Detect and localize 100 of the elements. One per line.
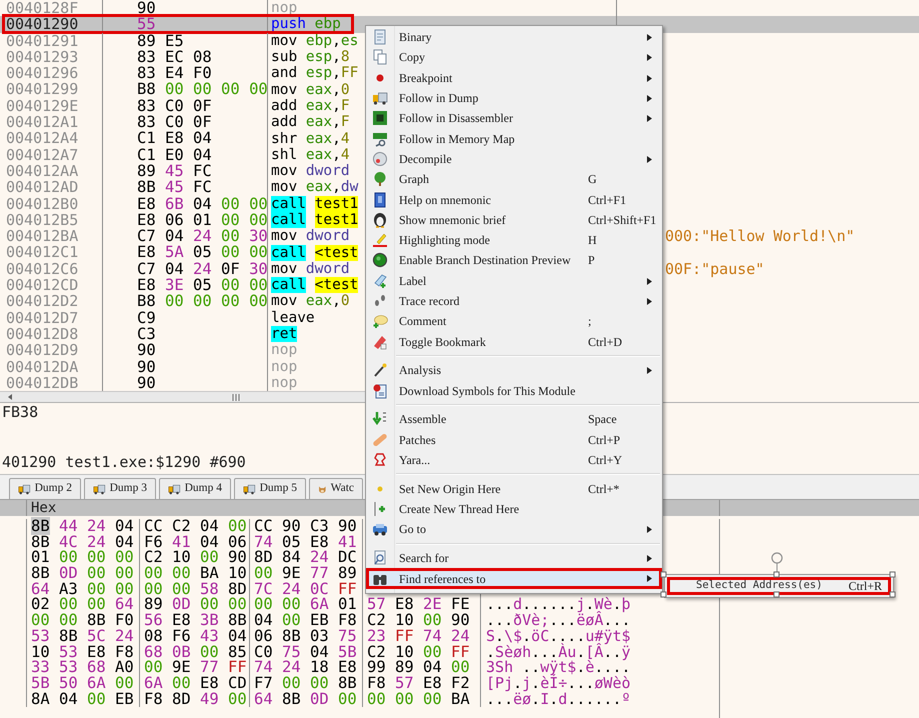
mnemonic-text: nop bbox=[271, 358, 298, 375]
instruction-bytes: C3 bbox=[137, 326, 156, 342]
mnemonic-text: mov bbox=[271, 163, 298, 180]
tag-icon bbox=[372, 272, 388, 289]
menu-item[interactable]: Help on mnemonic Ctrl+F1 bbox=[366, 189, 662, 210]
book-icon bbox=[372, 192, 388, 208]
hex-bytes: C2 10 00 FF bbox=[367, 642, 470, 660]
hex-bytes: 53 8B 5C 24 bbox=[31, 626, 134, 645]
menu-item[interactable]: Assemble Space bbox=[366, 409, 662, 430]
menu-item[interactable]: Show mnemonic brief Ctrl+Shift+F1 bbox=[366, 210, 662, 230]
speech-bubble-icon bbox=[372, 313, 388, 330]
hex-bytes: 00 00 00 BA bbox=[367, 690, 470, 708]
menu-item[interactable]: Selected Address(es) Ctrl+R bbox=[667, 577, 891, 595]
mnemonic-text: add bbox=[271, 114, 298, 130]
outline-shape-icon bbox=[372, 452, 388, 468]
mnemonic-text: shl bbox=[271, 146, 298, 163]
mnemonic-text: mov bbox=[271, 32, 298, 49]
hex-bytes: 89 0D 00 00 bbox=[144, 595, 247, 614]
mnemonic-text: mov bbox=[271, 82, 298, 98]
menu-item[interactable]: Analysis bbox=[366, 360, 662, 381]
hex-bytes: 08 F6 43 04 bbox=[144, 626, 247, 645]
search-icon bbox=[372, 550, 388, 566]
menu-item[interactable]: Decompile bbox=[366, 148, 662, 170]
operand-text: dword bbox=[306, 163, 350, 180]
menu-item[interactable]: Enable Branch Destination Preview P bbox=[366, 250, 662, 271]
menu-item[interactable]: Patches Ctrl+P bbox=[366, 430, 662, 450]
mnemonic-text: nop bbox=[271, 342, 298, 358]
menu-item[interactable]: Follow in Memory Map bbox=[366, 128, 662, 149]
address-text: 004012C6 bbox=[6, 260, 78, 278]
hex-bytes: 00 00 8B F0 bbox=[31, 611, 134, 630]
instruction-bytes: 90 bbox=[137, 342, 156, 359]
menu-item[interactable]: Highlighting mode H bbox=[366, 230, 662, 250]
instruction-bytes: B8 00 00 00 00 bbox=[137, 81, 267, 98]
menu-item[interactable]: Go to bbox=[366, 519, 662, 540]
car-icon bbox=[372, 521, 388, 538]
hex-bytes: 5B 50 6A 00 bbox=[31, 674, 134, 692]
hex-bytes: 74 24 18 E8 bbox=[254, 658, 357, 676]
dump-tab[interactable]: Dump 5 bbox=[234, 478, 306, 499]
dump-tab[interactable]: Dump 4 bbox=[159, 478, 231, 499]
instruction-bytes: 90 bbox=[137, 358, 156, 375]
hex-bytes: 00 00 58 8D bbox=[144, 580, 247, 598]
mnemonic-text: push bbox=[271, 16, 306, 32]
instruction-bytes: 83 C0 0F bbox=[137, 114, 212, 130]
operand-text: dword bbox=[306, 228, 350, 244]
menu-item[interactable]: Yara... Ctrl+Y bbox=[366, 450, 662, 470]
globe-icon bbox=[372, 252, 388, 268]
hex-bytes: 00 00 6A 01 bbox=[254, 595, 357, 614]
menu-item[interactable]: Trace record bbox=[366, 290, 662, 312]
hex-bytes: C2 10 00 90 bbox=[367, 611, 470, 630]
hex-bytes: 23 FF 74 24 bbox=[367, 626, 470, 645]
instruction-bytes: 8B 45 FC bbox=[137, 179, 212, 196]
mnemonic-text: call bbox=[271, 196, 306, 212]
document-icon bbox=[372, 29, 388, 46]
dump-tab[interactable]: Watc bbox=[309, 478, 363, 499]
hex-bytes: 8A 04 00 EB bbox=[31, 690, 134, 708]
hex-bytes: 6A 00 E8 CD bbox=[144, 674, 247, 692]
hex-bytes: 00 9E 77 89 bbox=[254, 564, 357, 582]
menu-item[interactable]: Find references to bbox=[366, 568, 662, 589]
hex-bytes: 04 00 EB F8 bbox=[254, 611, 357, 630]
menu-item[interactable]: Label bbox=[366, 270, 662, 291]
address-text: 004012A4 bbox=[6, 129, 78, 148]
address-text: 004012A7 bbox=[6, 146, 78, 164]
ball-icon bbox=[372, 150, 388, 167]
down-arrow-icon bbox=[372, 411, 388, 428]
hex-bytes: 68 0B 00 85 bbox=[144, 642, 247, 660]
menu-item[interactable]: Comment ; bbox=[366, 311, 662, 332]
horizontal-scrollbar[interactable] bbox=[0, 391, 365, 402]
hex-bytes: F7 00 00 8B bbox=[254, 674, 357, 692]
address-text: 004012B0 bbox=[6, 194, 78, 213]
footprints-icon bbox=[372, 293, 388, 309]
hex-bytes: 64 A3 00 00 bbox=[31, 580, 134, 598]
operand-text: ebp,es bbox=[306, 32, 358, 49]
mnemonic-text: nop bbox=[271, 0, 298, 16]
address-text: 004012BA bbox=[6, 227, 78, 246]
instruction-bytes: 83 C0 0F bbox=[137, 98, 212, 114]
menu-item[interactable]: Breakpoint bbox=[366, 68, 662, 88]
menu-item[interactable]: Set New Origin Here Ctrl+* bbox=[366, 478, 662, 500]
menu-item[interactable]: Copy bbox=[366, 47, 662, 68]
instruction-bytes: 83 E4 F0 bbox=[137, 65, 212, 82]
menu-item[interactable]: Graph G bbox=[366, 169, 662, 190]
dump-tab[interactable]: Dump 3 bbox=[84, 478, 156, 499]
hex-bytes: CC C2 04 00 bbox=[144, 517, 247, 535]
instruction-bytes: 90 bbox=[137, 0, 156, 16]
address-text: 004012D7 bbox=[6, 308, 78, 327]
menu-item[interactable]: Follow in Disassembler bbox=[366, 108, 662, 128]
menu-item[interactable]: Search for bbox=[366, 548, 662, 568]
instruction-bytes: 90 bbox=[137, 374, 156, 391]
menu-item[interactable]: Download Symbols for This Module bbox=[366, 380, 662, 401]
address-text: 00401291 bbox=[6, 32, 78, 50]
menu-item[interactable]: Follow in Dump bbox=[366, 88, 662, 108]
dump-tab[interactable]: Dump 2 bbox=[9, 478, 81, 499]
menu-item[interactable]: Toggle Bookmark Ctrl+D bbox=[366, 331, 662, 352]
address-text: 004012AD bbox=[6, 178, 78, 196]
truck-icon bbox=[93, 482, 106, 496]
address-text: 004012B5 bbox=[6, 210, 78, 229]
mnemonic-text: ret bbox=[271, 326, 298, 342]
truck-icon bbox=[168, 482, 181, 496]
thread-icon bbox=[372, 501, 388, 518]
left-arrow-icon[interactable] bbox=[6, 393, 14, 401]
hex-bytes: 01 00 00 00 bbox=[31, 548, 134, 566]
